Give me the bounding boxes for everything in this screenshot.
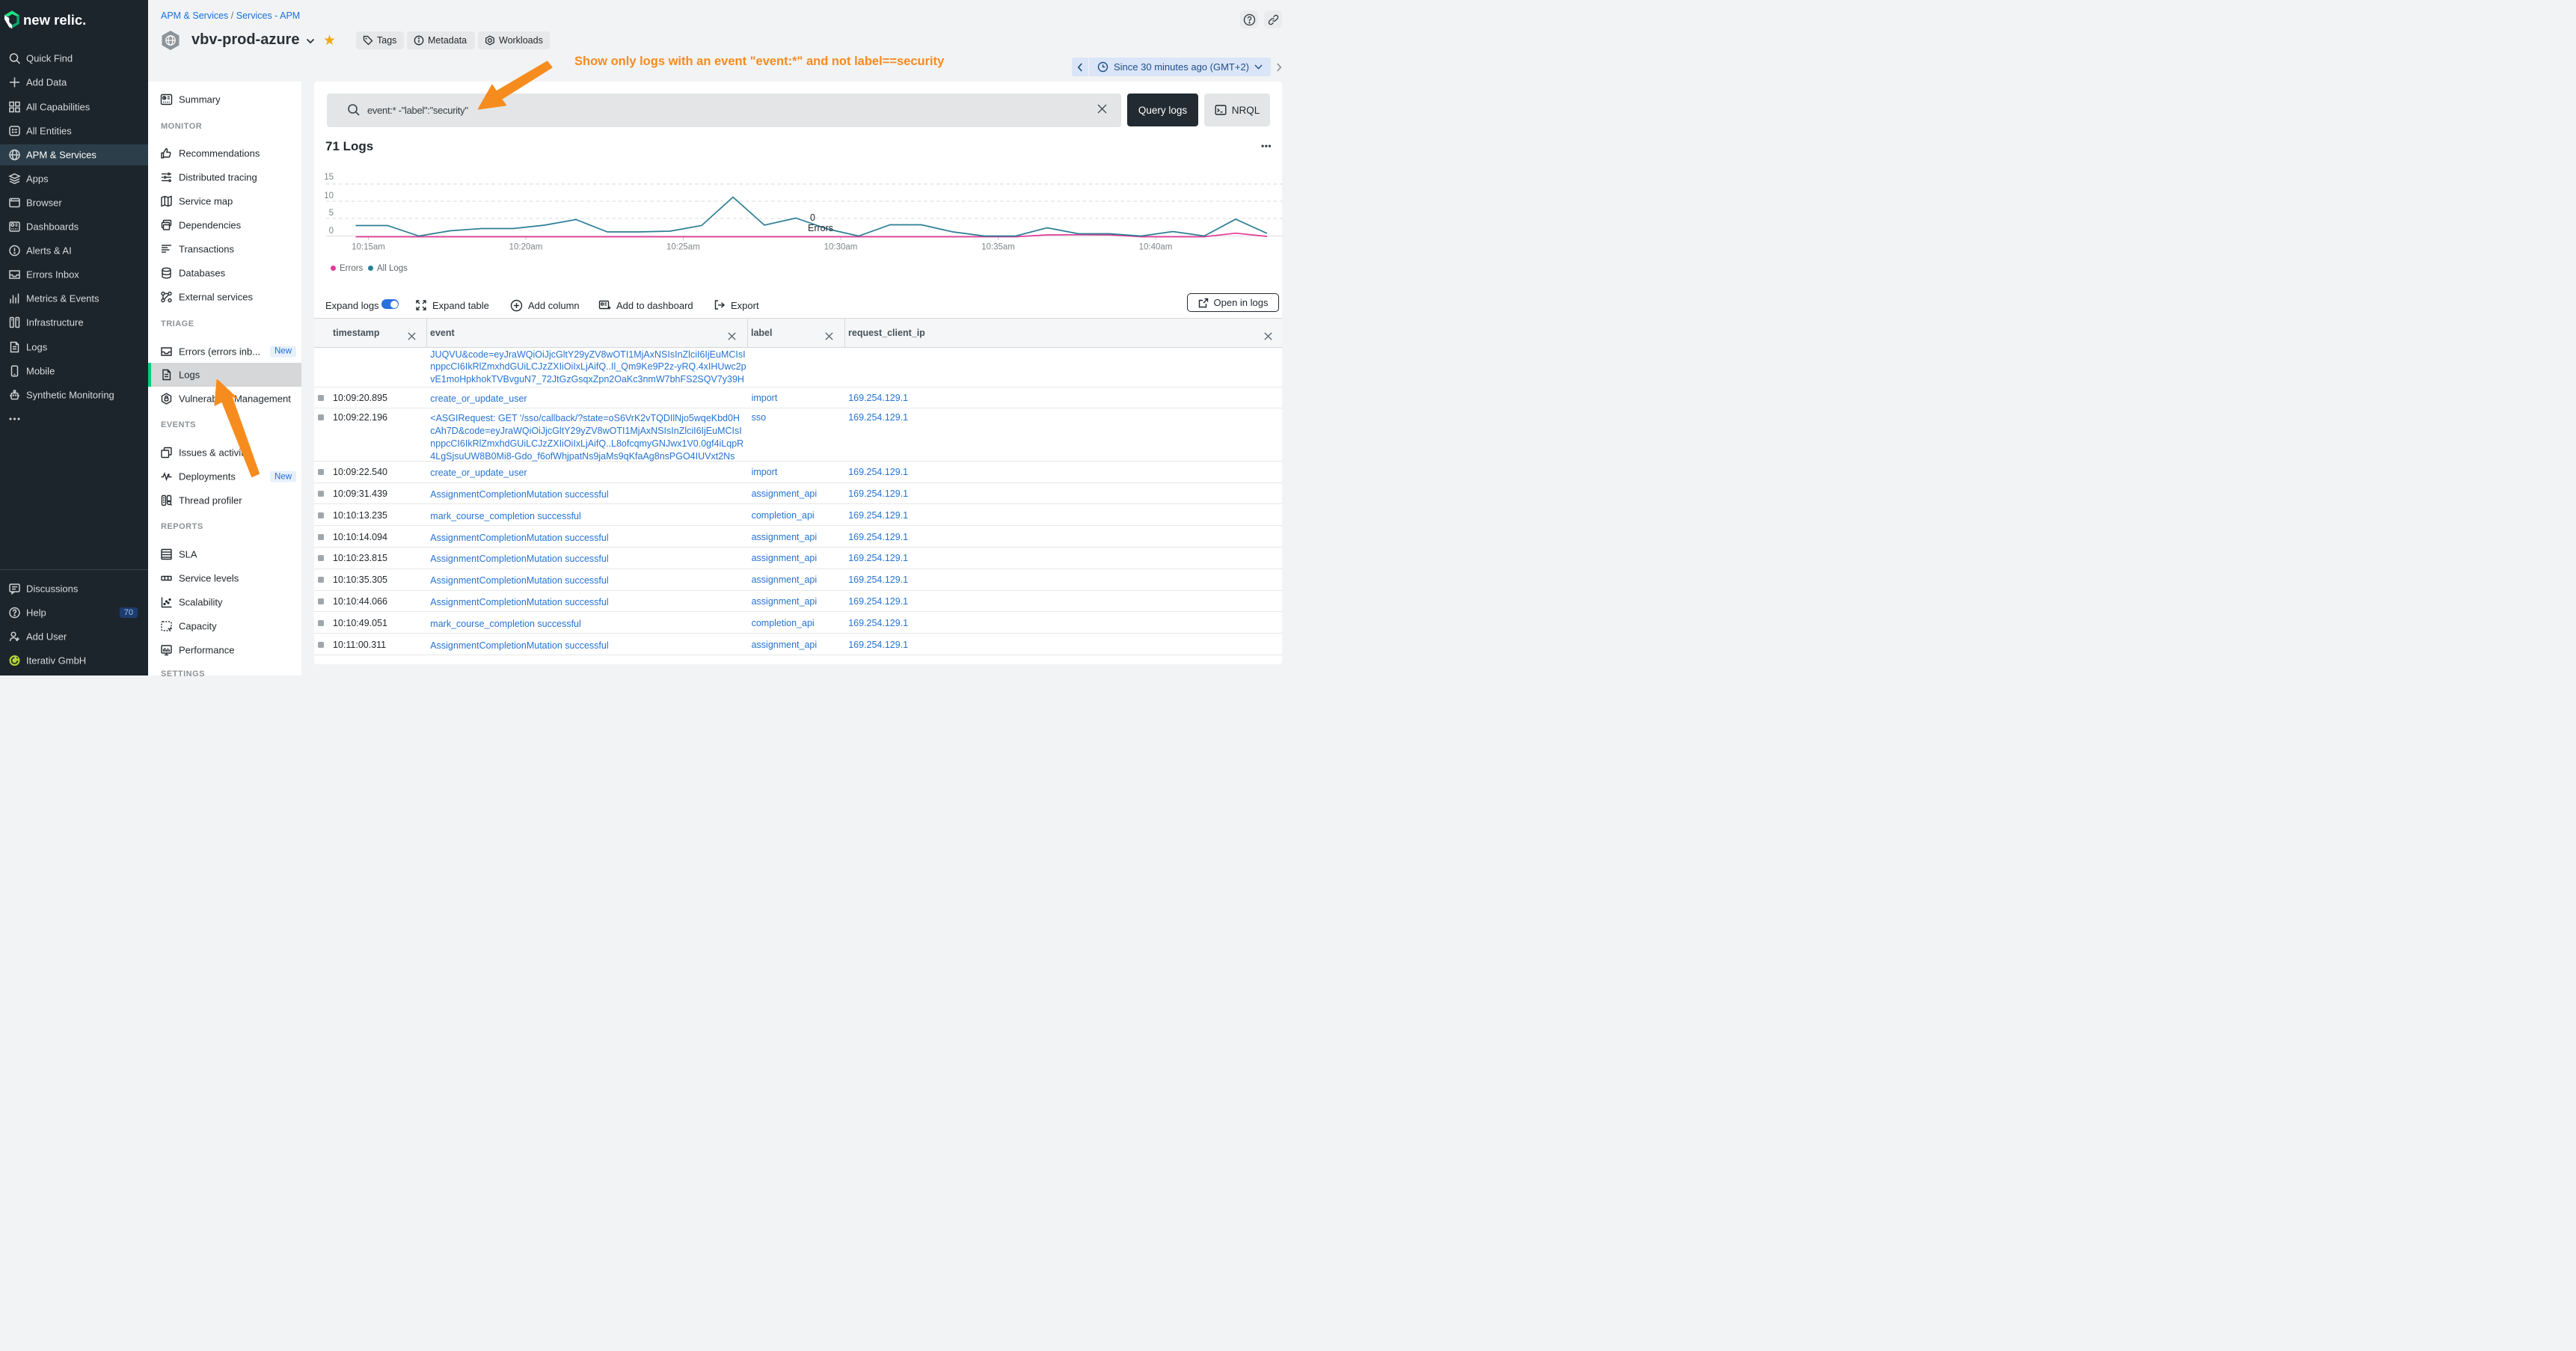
svg-text:10:20am: 10:20am bbox=[509, 243, 543, 252]
svg-text:15: 15 bbox=[324, 173, 334, 182]
svg-text:10:15am: 10:15am bbox=[352, 243, 385, 252]
svg-text:10:25am: 10:25am bbox=[666, 243, 700, 252]
svg-text:0: 0 bbox=[810, 212, 815, 223]
svg-text:new relic.: new relic. bbox=[23, 12, 86, 28]
svg-text:0: 0 bbox=[329, 227, 334, 236]
svg-text:10: 10 bbox=[324, 192, 334, 200]
svg-text:Errors: Errors bbox=[808, 223, 833, 233]
svg-text:5: 5 bbox=[329, 209, 334, 218]
svg-text:10:35am: 10:35am bbox=[981, 243, 1015, 252]
svg-text:10:30am: 10:30am bbox=[824, 243, 858, 252]
svg-text:10:40am: 10:40am bbox=[1139, 243, 1173, 252]
